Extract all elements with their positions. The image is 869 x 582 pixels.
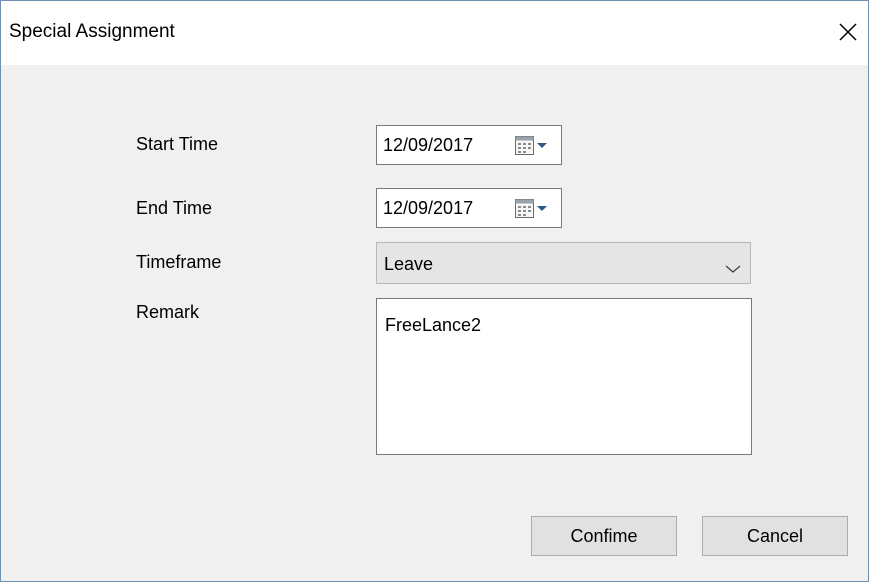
- confirm-button[interactable]: Confime: [531, 516, 677, 556]
- timeframe-select[interactable]: Leave: [376, 242, 751, 284]
- title-bar: Special Assignment: [1, 1, 868, 65]
- calendar-dropdown-icon: [515, 136, 547, 155]
- start-time-label: Start Time: [136, 134, 219, 154]
- end-time-label: End Time: [136, 198, 213, 218]
- special-assignment-dialog: Special Assignment Start Time 12/09/2017: [0, 0, 869, 582]
- remark-textarea[interactable]: FreeLance2: [376, 298, 752, 455]
- timeframe-value: Leave: [384, 254, 434, 274]
- start-time-value: 12/09/2017: [383, 135, 474, 155]
- start-time-picker[interactable]: 12/09/2017: [376, 125, 562, 165]
- dialog-title: Special Assignment: [9, 21, 175, 42]
- close-button[interactable]: [833, 15, 863, 49]
- close-icon: [839, 23, 857, 41]
- chevron-down-icon: [725, 258, 741, 279]
- calendar-dropdown-icon: [515, 199, 547, 218]
- end-time-picker[interactable]: 12/09/2017: [376, 188, 562, 228]
- start-time-calendar-button[interactable]: [515, 135, 555, 157]
- remark-label: Remark: [136, 302, 200, 322]
- timeframe-label: Timeframe: [136, 252, 222, 272]
- cancel-button[interactable]: Cancel: [702, 516, 848, 556]
- end-time-calendar-button[interactable]: [515, 198, 555, 220]
- remark-value: FreeLance2: [385, 315, 482, 335]
- end-time-value: 12/09/2017: [383, 198, 474, 218]
